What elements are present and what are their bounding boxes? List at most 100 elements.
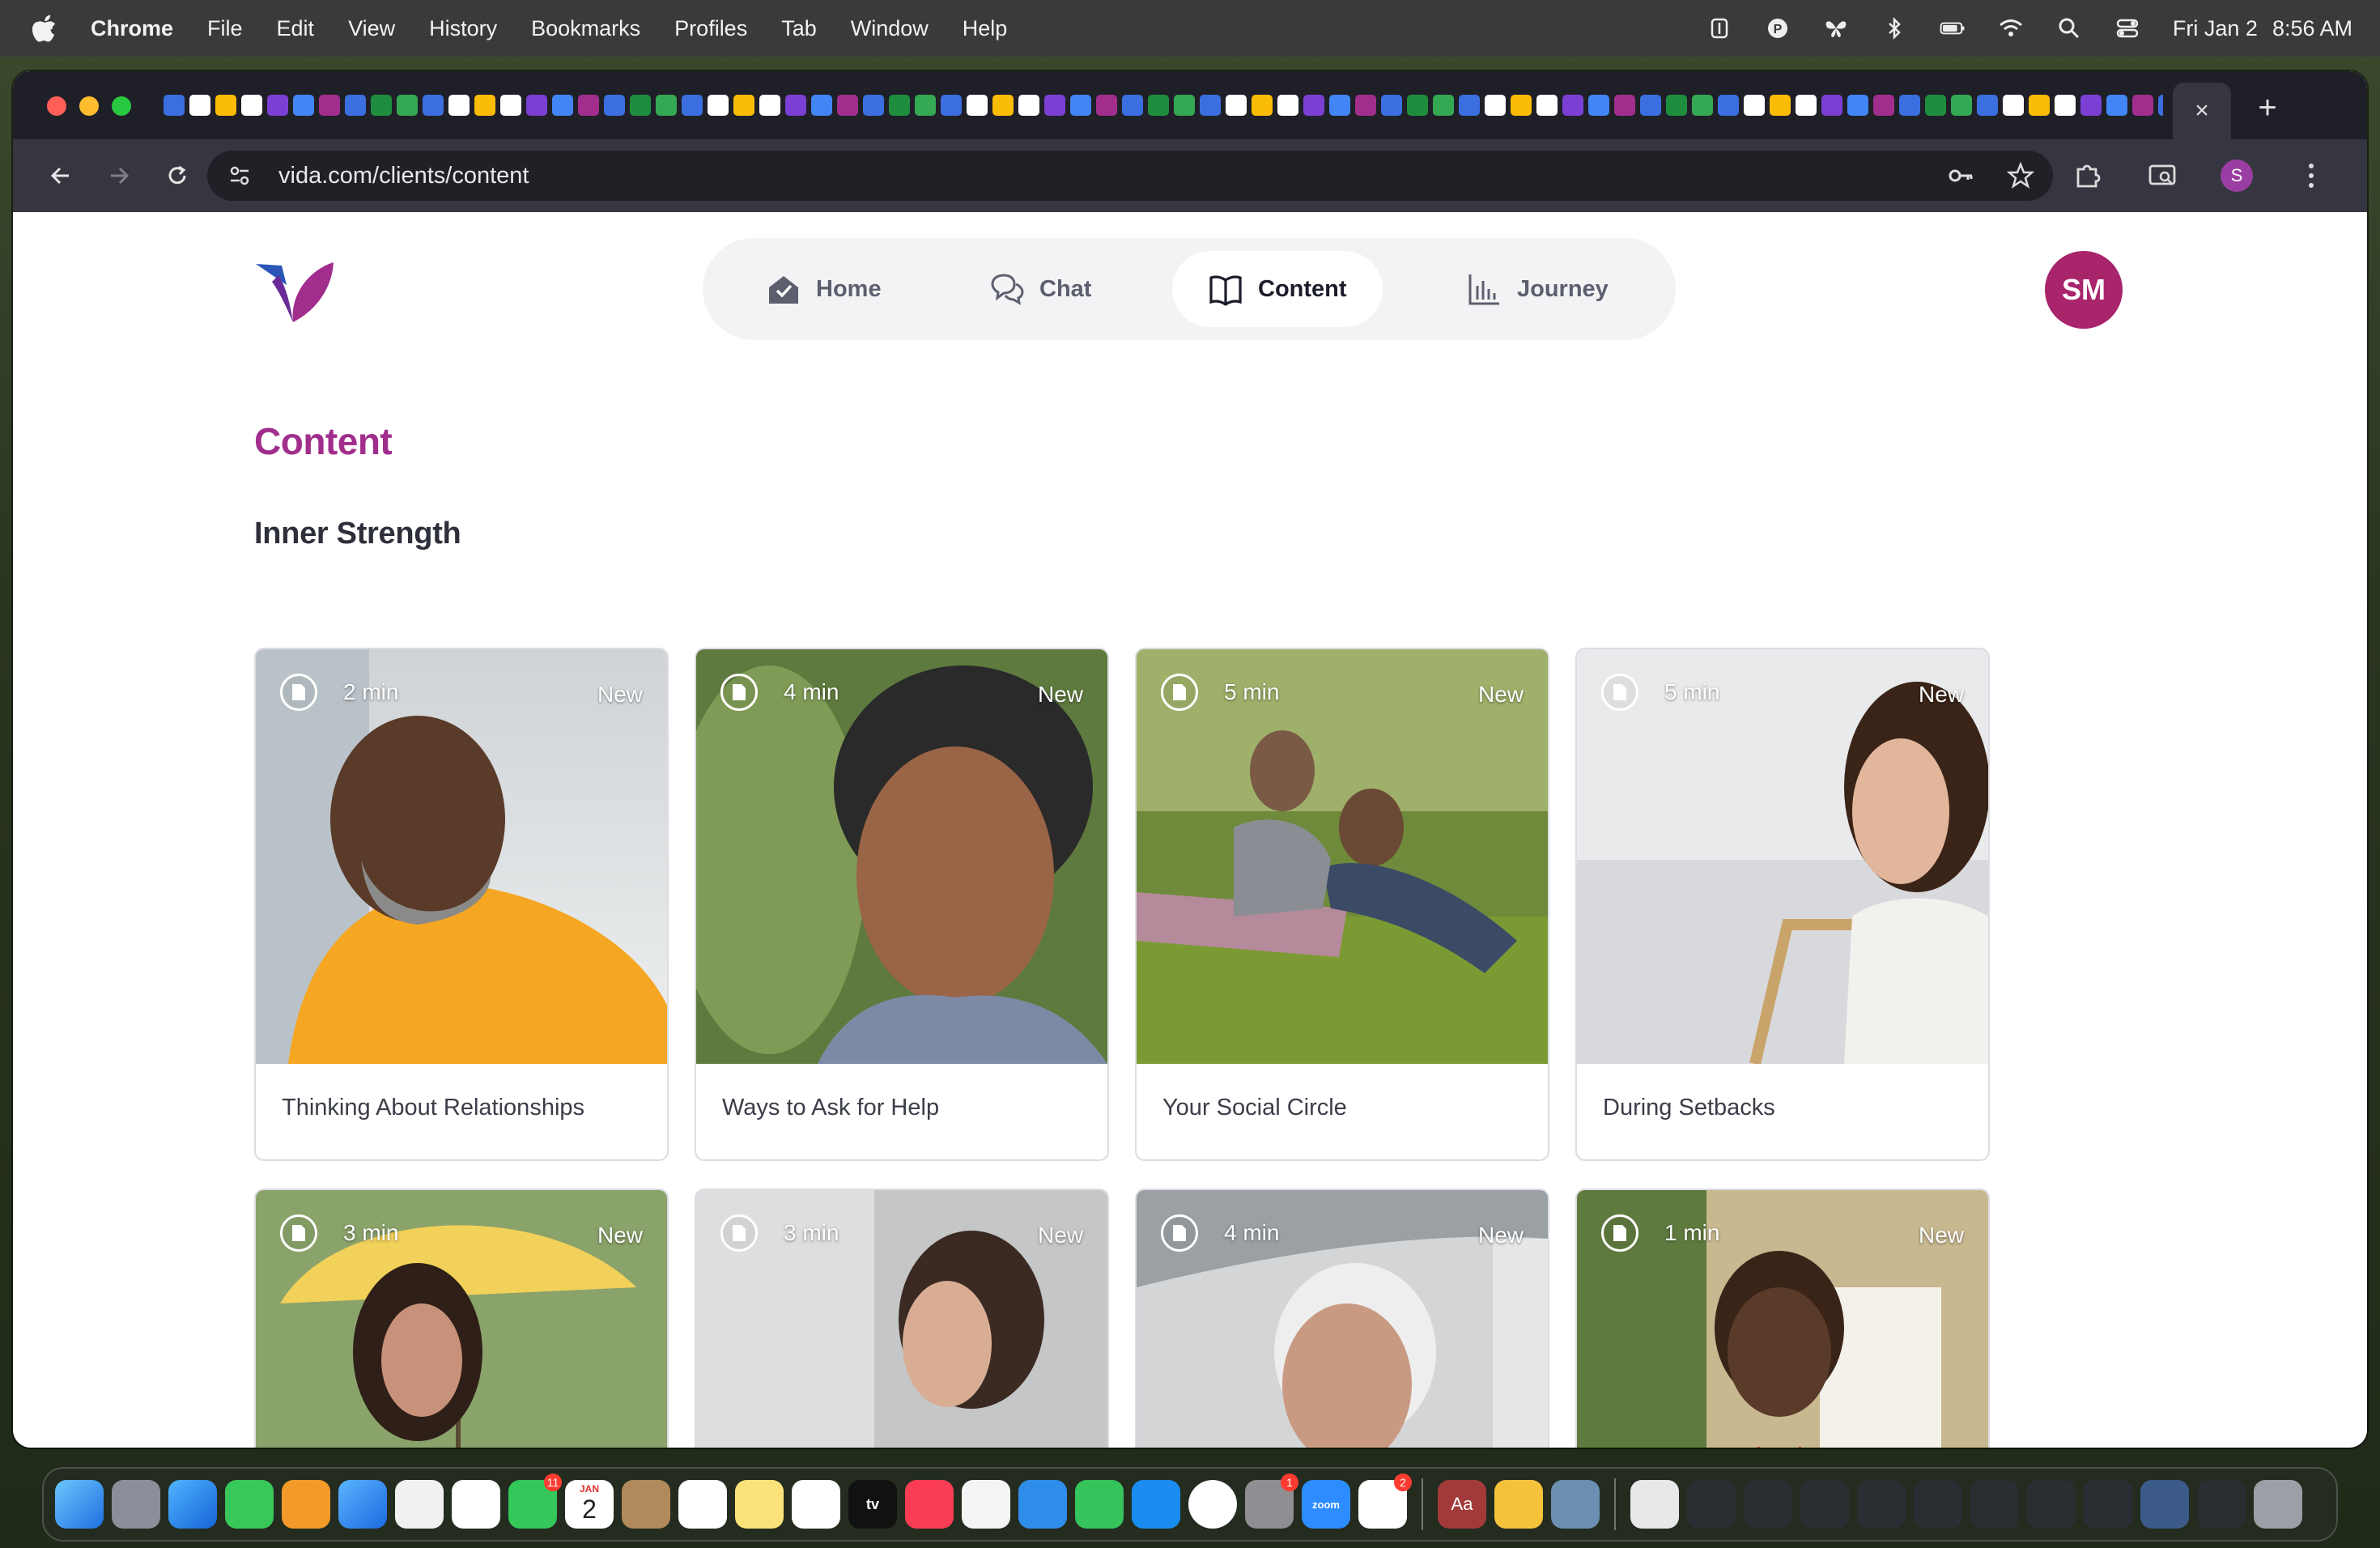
tab-favicon[interactable] xyxy=(1847,95,1868,116)
tab-favicon[interactable] xyxy=(1381,95,1402,116)
tab-close-icon[interactable]: × xyxy=(2195,99,2209,123)
window-thumbnail[interactable] xyxy=(2084,1480,2132,1529)
tab-favicon[interactable] xyxy=(1925,95,1946,116)
user-avatar[interactable]: SM xyxy=(2045,251,2123,329)
wifi-icon[interactable] xyxy=(1998,15,2024,41)
menu-view[interactable]: View xyxy=(348,16,395,41)
tab-favicon[interactable] xyxy=(992,95,1014,116)
tab-favicon[interactable] xyxy=(889,95,910,116)
tab-favicon[interactable] xyxy=(1536,95,1558,116)
tab-favicon[interactable] xyxy=(1718,95,1739,116)
password-key-icon[interactable] xyxy=(1944,159,1977,192)
control-center-icon[interactable] xyxy=(2114,15,2140,41)
menu-clock[interactable]: Fri Jan 2 8:56 AM xyxy=(2173,16,2352,41)
battery-icon[interactable] xyxy=(1940,15,1966,41)
forward-arrow-icon[interactable] xyxy=(100,157,138,194)
safari-icon[interactable] xyxy=(168,1480,217,1529)
more-menu-icon[interactable] xyxy=(2293,157,2330,194)
window-thumbnail[interactable] xyxy=(1687,1480,1736,1529)
launchpad-icon[interactable] xyxy=(112,1480,160,1529)
menu-window[interactable]: Window xyxy=(851,16,929,41)
nav-chat[interactable]: Chat xyxy=(954,251,1127,327)
tab-favicon[interactable] xyxy=(474,95,495,116)
dictionary-icon[interactable]: Aa xyxy=(1438,1480,1486,1529)
reload-icon[interactable] xyxy=(159,157,196,194)
tab-favicon[interactable] xyxy=(1614,95,1635,116)
reading-mode-icon[interactable] xyxy=(2144,157,2181,194)
tab-favicon[interactable] xyxy=(345,95,366,116)
freeform-icon[interactable] xyxy=(792,1480,840,1529)
tab-favicon[interactable] xyxy=(2003,95,2024,116)
content-card[interactable]: 5 min New During Setbacks xyxy=(1575,648,1990,1161)
bluetooth-icon[interactable] xyxy=(1881,15,1907,41)
tab-favicon[interactable] xyxy=(500,95,521,116)
tab-favicon[interactable] xyxy=(1303,95,1324,116)
site-info-icon[interactable] xyxy=(223,159,256,192)
content-card[interactable]: 3 min New xyxy=(254,1189,669,1448)
tab-favicon[interactable] xyxy=(1899,95,1920,116)
system-settings-icon[interactable]: 1 xyxy=(1245,1474,1298,1529)
tab-favicon[interactable] xyxy=(1070,95,1091,116)
tray-app-icon[interactable] xyxy=(1706,15,1732,41)
preview-icon[interactable] xyxy=(1551,1480,1600,1529)
tab-favicon[interactable] xyxy=(241,95,262,116)
tab-favicon[interactable] xyxy=(267,95,288,116)
window-thumbnail[interactable] xyxy=(1857,1480,1906,1529)
content-card[interactable]: 4 min New Ways to Ask for Help xyxy=(695,648,1109,1161)
content-card[interactable]: 1 min New xyxy=(1575,1189,1990,1448)
window-thumbnail[interactable] xyxy=(2140,1480,2189,1529)
tab-favicon[interactable] xyxy=(1562,95,1583,116)
tab-favicon[interactable] xyxy=(2080,95,2102,116)
zoom-icon[interactable]: zoom xyxy=(1302,1480,1350,1529)
tab-favicon[interactable] xyxy=(526,95,547,116)
tab-favicon[interactable] xyxy=(682,95,703,116)
tab-favicon[interactable] xyxy=(397,95,418,116)
tab-favicon[interactable] xyxy=(1977,95,1998,116)
tab-favicon[interactable] xyxy=(1226,95,1247,116)
tab-favicon[interactable] xyxy=(1277,95,1298,116)
tab-favicon[interactable] xyxy=(2055,95,2076,116)
tab-favicon[interactable] xyxy=(319,95,340,116)
tab-favicon[interactable] xyxy=(941,95,962,116)
content-card[interactable]: 5 min New Your Social Circle xyxy=(1135,648,1549,1161)
window-thumbnail[interactable] xyxy=(2027,1480,2076,1529)
tab-favicon[interactable] xyxy=(811,95,832,116)
finder-icon[interactable] xyxy=(55,1480,104,1529)
nav-home[interactable]: Home xyxy=(730,251,917,327)
photos-icon[interactable] xyxy=(452,1480,500,1529)
tab-favicon[interactable] xyxy=(1174,95,1195,116)
window-minimize-button[interactable] xyxy=(79,96,99,116)
tab-favicon[interactable] xyxy=(1744,95,1765,116)
url-text[interactable]: vida.com/clients/content xyxy=(278,163,529,189)
tab-favicon[interactable] xyxy=(215,95,236,116)
content-card[interactable]: 3 min New xyxy=(695,1189,1109,1448)
content-card[interactable]: 4 min New xyxy=(1135,1189,1549,1448)
bookmark-star-icon[interactable] xyxy=(2004,159,2037,192)
window-maximize-button[interactable] xyxy=(112,96,131,116)
tab-favicon[interactable] xyxy=(837,95,858,116)
tab-favicon[interactable] xyxy=(863,95,884,116)
app-store-icon[interactable] xyxy=(1132,1480,1180,1529)
tab-favicon[interactable] xyxy=(1459,95,1480,116)
trash-icon[interactable] xyxy=(2254,1480,2302,1529)
tab-favicon[interactable] xyxy=(371,95,392,116)
window-thumbnail[interactable] xyxy=(1914,1480,1962,1529)
news-icon[interactable] xyxy=(962,1480,1010,1529)
menu-app-name[interactable]: Chrome xyxy=(91,16,173,41)
tab-favicon[interactable] xyxy=(1433,95,1454,116)
window-thumbnail[interactable] xyxy=(1744,1480,1792,1529)
tab-favicon[interactable] xyxy=(1796,95,1817,116)
tab-favicon[interactable] xyxy=(1329,95,1350,116)
tab-favicon[interactable] xyxy=(1821,95,1842,116)
menu-bookmarks[interactable]: Bookmarks xyxy=(531,16,640,41)
tab-favicon[interactable] xyxy=(915,95,936,116)
window-close-button[interactable] xyxy=(47,96,66,116)
tab-favicon[interactable] xyxy=(448,95,470,116)
profile-avatar-button[interactable]: S xyxy=(2218,157,2255,194)
tab-favicon[interactable] xyxy=(1148,95,1169,116)
notes-icon[interactable] xyxy=(735,1480,784,1529)
tips-icon[interactable] xyxy=(1494,1480,1543,1529)
tab-favicon[interactable] xyxy=(1951,95,1972,116)
tab-favicon[interactable] xyxy=(189,95,210,116)
tab-favicon[interactable] xyxy=(1018,95,1039,116)
